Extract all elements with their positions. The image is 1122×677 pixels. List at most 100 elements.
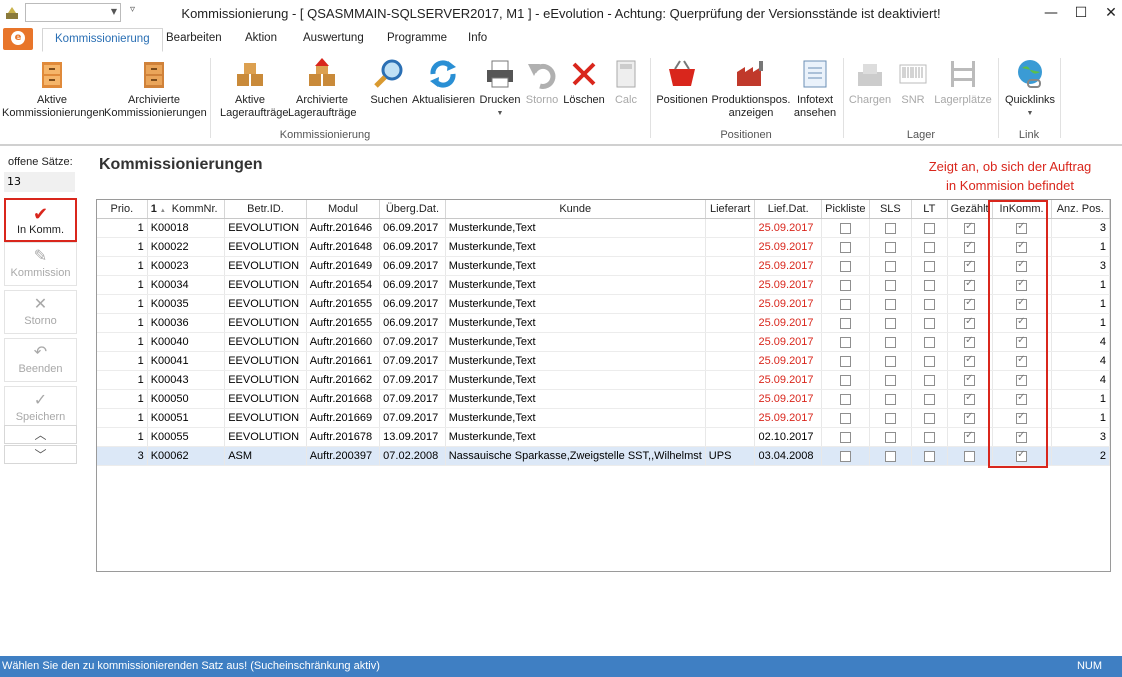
column-header[interactable]: Betr.ID.: [224, 200, 307, 219]
table-row[interactable]: 1 K00043 EEVOLUTION Auftr.201662 07.09.2017 M…: [97, 370, 1110, 390]
checkbox[interactable]: [964, 221, 976, 234]
drucken-button[interactable]: Drucken ▼: [476, 58, 524, 120]
checkbox[interactable]: [1016, 430, 1028, 443]
table-row[interactable]: 1 K00035 EEVOLUTION Auftr.201655 06.09.2017 M…: [97, 294, 1110, 314]
checkbox[interactable]: [1016, 354, 1028, 367]
checkbox[interactable]: [964, 392, 976, 405]
checkbox[interactable]: [839, 222, 851, 234]
checkbox[interactable]: [839, 450, 851, 462]
table-row[interactable]: 1 K00051 EEVOLUTION Auftr.201669 07.09.2017 M…: [97, 408, 1110, 428]
checkbox[interactable]: [884, 393, 896, 405]
kommissionierungen-grid[interactable]: Prio. 1 ▲ KommNr. Betr.ID. Modul Überg.Dat. Kun…: [96, 199, 1111, 572]
checkbox[interactable]: [964, 240, 976, 253]
maximize-button[interactable]: ☐: [1066, 3, 1096, 23]
close-button[interactable]: ✕: [1096, 3, 1122, 23]
column-header[interactable]: 1 ▲ KommNr.: [147, 200, 226, 219]
beenden-button[interactable]: ↶ Beenden: [4, 338, 77, 382]
checkbox[interactable]: [884, 412, 896, 424]
column-header[interactable]: Pickliste: [821, 200, 870, 219]
table-row[interactable]: 1 K00041 EEVOLUTION Auftr.201661 07.09.2017 M…: [97, 351, 1110, 371]
tab-bearbeiten[interactable]: Bearbeiten: [166, 32, 222, 44]
column-header[interactable]: InKomm.: [992, 200, 1052, 219]
checkbox[interactable]: [839, 336, 851, 348]
checkbox[interactable]: [964, 297, 976, 310]
quicklinks-button[interactable]: Quicklinks ▼: [1000, 58, 1060, 120]
kommission-button[interactable]: ✎ Kommission: [4, 242, 77, 286]
checkbox[interactable]: [1016, 335, 1028, 348]
aktualisieren-button[interactable]: Aktualisieren: [412, 58, 475, 107]
table-row[interactable]: 1 K00034 EEVOLUTION Auftr.201654 06.09.2017 M…: [97, 275, 1110, 295]
tab-aktion[interactable]: Aktion: [245, 32, 277, 44]
column-header[interactable]: Gezählt: [947, 200, 993, 219]
checkbox[interactable]: [1016, 316, 1028, 329]
checkbox[interactable]: [884, 355, 896, 367]
checkbox[interactable]: [923, 279, 935, 291]
checkbox[interactable]: [884, 298, 896, 310]
table-row[interactable]: 1 K00036 EEVOLUTION Auftr.201655 06.09.2017 M…: [97, 313, 1110, 333]
checkbox[interactable]: [839, 412, 851, 424]
aktive-lagerauftraege-button[interactable]: Aktive Lageraufträge: [220, 58, 289, 120]
minimize-button[interactable]: —: [1036, 3, 1066, 23]
lagerplaetze-button[interactable]: Lagerplätze: [933, 58, 993, 107]
table-row[interactable]: 1 K00055 EEVOLUTION Auftr.201678 13.09.2017 M…: [97, 427, 1110, 447]
checkbox[interactable]: [923, 431, 935, 443]
checkbox[interactable]: [839, 393, 851, 405]
chargen-button[interactable]: Chargen: [847, 58, 893, 107]
tab-auswertung[interactable]: Auswertung: [303, 32, 364, 44]
checkbox[interactable]: [964, 316, 976, 329]
checkbox[interactable]: [964, 278, 976, 291]
column-header[interactable]: Lieferart: [705, 200, 756, 219]
column-header[interactable]: Lief.Dat.: [754, 200, 822, 219]
checkbox[interactable]: [839, 298, 851, 310]
column-header[interactable]: Modul: [306, 200, 381, 219]
column-header[interactable]: Kunde: [445, 200, 706, 219]
checkbox[interactable]: [884, 450, 896, 462]
produktionspos-button[interactable]: Produktionspos. anzeigen: [710, 58, 792, 120]
checkbox[interactable]: [884, 241, 896, 253]
column-header[interactable]: SLS: [869, 200, 912, 219]
checkbox[interactable]: [884, 279, 896, 291]
checkbox[interactable]: [1016, 373, 1028, 386]
checkbox[interactable]: [1016, 392, 1028, 405]
aktive-kommissionierungen-button[interactable]: Aktive Kommissionierungen: [2, 58, 105, 120]
checkbox[interactable]: [964, 335, 976, 348]
calc-button[interactable]: Calc: [608, 58, 644, 107]
checkbox[interactable]: [964, 430, 976, 443]
table-row[interactable]: 3 K00062 ASM Auftr.200397 07.02.2008 Nassauis…: [97, 446, 1110, 466]
column-header[interactable]: LT: [911, 200, 948, 219]
tab-kommissionierung[interactable]: Kommissionierung: [42, 28, 163, 52]
checkbox[interactable]: [839, 431, 851, 443]
checkbox[interactable]: [964, 259, 976, 272]
checkbox[interactable]: [884, 222, 896, 234]
checkbox[interactable]: [923, 222, 935, 234]
checkbox[interactable]: [1016, 278, 1028, 291]
checkbox[interactable]: [923, 393, 935, 405]
checkbox[interactable]: [1016, 240, 1028, 253]
checkbox[interactable]: [964, 354, 976, 367]
suchen-button[interactable]: Suchen: [366, 58, 412, 107]
checkbox[interactable]: [923, 298, 935, 310]
checkbox[interactable]: [923, 260, 935, 272]
checkbox[interactable]: [884, 431, 896, 443]
checkbox[interactable]: [1016, 449, 1028, 462]
table-row[interactable]: 1 K00022 EEVOLUTION Auftr.201648 06.09.2017 M…: [97, 237, 1110, 257]
column-header[interactable]: Anz. Pos.: [1051, 200, 1110, 219]
tab-info[interactable]: Info: [468, 32, 487, 44]
checkbox[interactable]: [923, 374, 935, 386]
checkbox[interactable]: [839, 260, 851, 272]
checkbox[interactable]: [839, 355, 851, 367]
checkbox[interactable]: [923, 317, 935, 329]
move-up-button[interactable]: ︿: [4, 425, 77, 444]
checkbox[interactable]: [1016, 221, 1028, 234]
storno-ribbon-button[interactable]: Storno: [524, 58, 560, 107]
checkbox[interactable]: [923, 336, 935, 348]
tab-programme[interactable]: Programme: [387, 32, 447, 44]
checkbox[interactable]: [1016, 259, 1028, 272]
table-row[interactable]: 1 K00018 EEVOLUTION Auftr.201646 06.09.2017 M…: [97, 218, 1110, 238]
infotext-button[interactable]: Infotext ansehen: [792, 58, 838, 120]
storno-button[interactable]: ✕ Storno: [4, 290, 77, 334]
column-header[interactable]: Prio.: [97, 200, 148, 219]
positionen-button[interactable]: Positionen: [654, 58, 710, 107]
column-header[interactable]: Überg.Dat.: [379, 200, 446, 219]
table-row[interactable]: 1 K00050 EEVOLUTION Auftr.201668 07.09.2017 M…: [97, 389, 1110, 409]
